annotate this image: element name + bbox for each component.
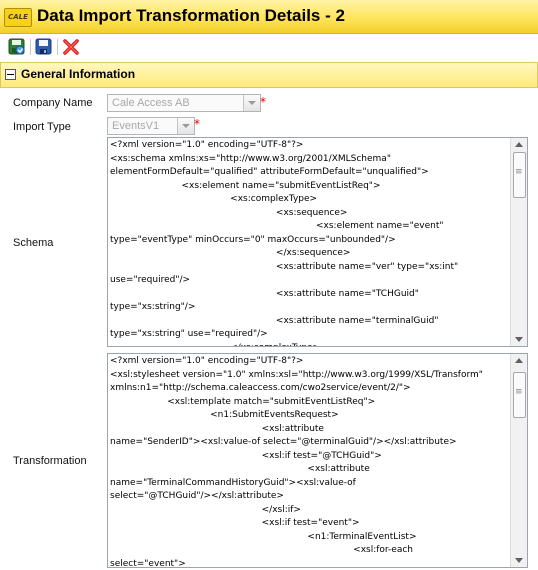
delete-button[interactable]: [62, 38, 80, 56]
company-name-select[interactable]: Cale Access AB: [107, 94, 261, 112]
chevron-down-icon[interactable]: [243, 95, 260, 111]
transformation-scrollbar[interactable]: [510, 354, 527, 567]
company-name-label: Company Name: [13, 97, 93, 109]
schema-text: <?xml version="1.0" encoding="UTF-8"?> <…: [110, 140, 459, 346]
schema-label: Schema: [13, 237, 54, 249]
transformation-text: <?xml version="1.0" encoding="UTF-8"?> <…: [110, 356, 483, 568]
scroll-up-icon[interactable]: [515, 358, 523, 363]
import-type-label: Import Type: [13, 121, 71, 133]
title-bar: CALE Data Import Transformation Details …: [0, 0, 538, 34]
cale-logo: CALE: [4, 8, 32, 27]
collapse-icon[interactable]: [5, 69, 16, 80]
scroll-down-icon[interactable]: [515, 337, 523, 342]
scroll-up-icon[interactable]: [515, 142, 523, 147]
scroll-down-icon[interactable]: [515, 558, 523, 563]
panel-title: General Information: [21, 67, 136, 81]
toolbar: [0, 34, 538, 61]
toolbar-separator: [57, 39, 58, 55]
company-name-value: Cale Access AB: [112, 97, 190, 109]
window-title: Data Import Transformation Details - 2: [37, 6, 345, 25]
save-button[interactable]: [35, 38, 53, 56]
save-icon: [35, 38, 52, 55]
required-marker: *: [194, 117, 200, 131]
scroll-thumb[interactable]: [513, 372, 526, 418]
scroll-thumb[interactable]: [513, 152, 526, 198]
general-information-header[interactable]: General Information: [0, 62, 538, 88]
import-type-select[interactable]: EventsV1: [107, 117, 195, 135]
chevron-down-icon[interactable]: [177, 118, 194, 134]
transformation-label: Transformation: [13, 455, 87, 467]
import-type-value: EventsV1: [112, 120, 160, 132]
schema-scrollbar[interactable]: [510, 138, 527, 346]
save-and-close-button[interactable]: [8, 38, 26, 56]
save-and-close-icon: [8, 38, 25, 55]
required-marker: *: [260, 95, 266, 109]
transformation-textarea[interactable]: <?xml version="1.0" encoding="UTF-8"?> <…: [107, 353, 528, 568]
toolbar-separator: [30, 39, 31, 55]
delete-icon: [63, 39, 79, 55]
schema-textarea[interactable]: <?xml version="1.0" encoding="UTF-8"?> <…: [107, 137, 528, 347]
